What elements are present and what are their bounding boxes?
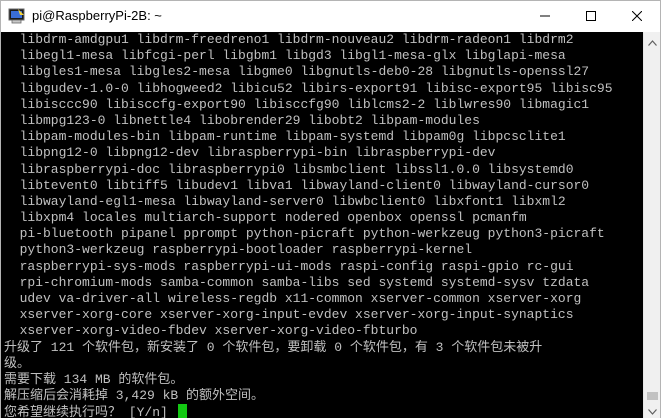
scroll-up-button[interactable] [644, 32, 661, 49]
maximize-icon [586, 11, 596, 21]
close-button[interactable] [614, 1, 660, 31]
terminal-line: libgles1-mesa libgles2-mesa libgme0 libg… [4, 64, 590, 80]
minimize-icon [540, 11, 550, 21]
terminal-line: libpam-modules-bin libpam-runtime libpam… [4, 129, 566, 145]
terminal-line: libdrm-amdgpu1 libdrm-freedreno1 libdrm-… [4, 32, 574, 47]
prompt-text: 您希望继续执行吗？ [Y/n] [4, 405, 176, 418]
terminal-line: raspberrypi-sys-mods raspberrypi-ui-mods… [4, 258, 574, 274]
title-bar[interactable]: pi@RaspberryPi-2B: ~ [1, 1, 660, 32]
scrollbar-thumb[interactable] [647, 392, 658, 400]
terminal-line: libgudev-1.0-0 libhogweed2 libicu52 libi… [4, 80, 613, 96]
scroll-up-arrow-icon [648, 31, 657, 50]
terminal-text: libdrm-amdgpu1 libdrm-freedreno1 libdrm-… [4, 32, 643, 418]
terminal-line: xserver-xorg-video-fbdev xserver-xorg-vi… [4, 323, 418, 339]
terminal-output[interactable]: libdrm-amdgpu1 libdrm-freedreno1 libdrm-… [1, 32, 643, 418]
terminal-line: xserver-xorg-core xserver-xorg-input-evd… [4, 307, 574, 323]
close-icon [632, 11, 642, 21]
terminal-line: libxpm4 locales multiarch-support nodere… [4, 210, 527, 226]
terminal-line: libmpg123-0 libnettle4 libobrender29 lib… [4, 112, 480, 128]
terminal-window: pi@RaspberryPi-2B: ~ libdrm-amdgpu1 libd… [0, 0, 661, 418]
terminal-line: libpng12-0 libpng12-dev libraspberrypi-b… [4, 145, 496, 161]
terminal-line: 需要下载 134 MB 的软件包。 [4, 371, 184, 387]
terminal-line: libwayland-egl1-mesa libwayland-server0 … [4, 193, 566, 209]
terminal-line: 升级了 121 个软件包，新安装了 0 个软件包，要卸载 0 个软件包，有 3 … [4, 339, 543, 355]
terminal-line: libisccc90 libisccfg-export90 libisccfg9… [4, 96, 590, 112]
minimize-button[interactable] [522, 1, 568, 31]
vertical-scrollbar[interactable] [643, 32, 660, 418]
putty-terminal-icon[interactable] [8, 8, 26, 24]
terminal-line: pi-bluetooth pipanel pprompt python-picr… [4, 226, 605, 242]
terminal-line: libegl1-mesa libfcgi-perl libgbm1 libgd3… [4, 48, 566, 64]
scroll-down-arrow-icon [648, 400, 657, 418]
maximize-button[interactable] [568, 1, 614, 31]
terminal-line: udev va-driver-all wireless-regdb x11-co… [4, 291, 582, 306]
terminal-line: python3-werkzeug raspberrypi-bootloader … [4, 242, 473, 258]
terminal-line: 解压缩后会消耗掉 3,429 kB 的额外空间。 [4, 388, 265, 404]
terminal-line: libtevent0 libtiff5 libudev1 libva1 libw… [4, 177, 590, 193]
terminal-line: libraspberrypi-doc libraspberrypi0 libsm… [4, 161, 574, 177]
terminal-line: 级。 [4, 355, 31, 371]
text-cursor [177, 404, 187, 418]
scroll-down-button[interactable] [644, 401, 661, 418]
terminal-line: rpi-chromium-mods samba-common samba-lib… [4, 274, 590, 290]
terminal-prompt-line[interactable]: 您希望继续执行吗？ [Y/n] [4, 404, 643, 418]
window-title: pi@RaspberryPi-2B: ~ [32, 8, 162, 23]
